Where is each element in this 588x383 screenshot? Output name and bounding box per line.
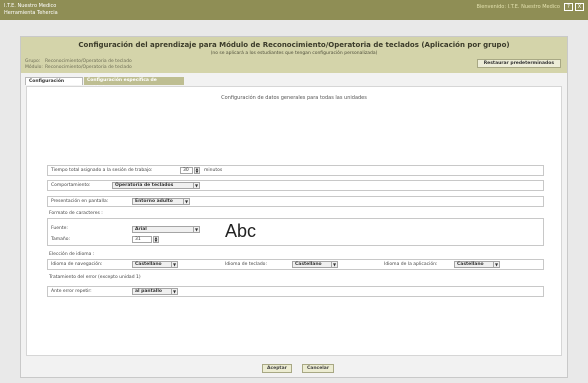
nav-language-select[interactable]: Castellano ▼ bbox=[132, 261, 178, 268]
restore-defaults-button[interactable]: Restaurar predeterminados bbox=[476, 59, 561, 68]
dialog-subtitle: (no se aplicará a los estudiantes que te… bbox=[210, 51, 378, 56]
chevron-down-icon: ▼ bbox=[183, 199, 189, 204]
user-label: Bienvenido: I.T.E. Nuestro Medico bbox=[476, 4, 560, 10]
font-label: Fuente: bbox=[51, 226, 68, 231]
language-section-label: Elección de idioma : bbox=[49, 252, 95, 257]
chevron-down-icon: ▼ bbox=[171, 262, 177, 267]
dialog-title: Configuración del aprendizaje para Módul… bbox=[78, 41, 510, 49]
close-button[interactable]: X bbox=[575, 3, 584, 11]
size-label: Tamaño: bbox=[51, 237, 71, 242]
behavior-label: Comportamiento: bbox=[51, 183, 91, 188]
accept-button[interactable]: Aceptar bbox=[262, 364, 292, 373]
config-dialog: Configuración del aprendizaje para Módul… bbox=[20, 36, 568, 378]
app-title: I.T.E. Nuestro Medico bbox=[4, 3, 57, 9]
nav-language-label: Idioma de navegación: bbox=[51, 262, 103, 267]
error-row bbox=[47, 286, 544, 297]
cancel-button[interactable]: Cancelar bbox=[302, 364, 335, 373]
app-subtitle: Herramienta Tehercia bbox=[4, 10, 58, 16]
module-label: Módulo: bbox=[25, 65, 43, 70]
presentation-select[interactable]: Entorno adulto ▼ bbox=[132, 198, 190, 205]
char-format-section-label: Formato de caracteres : bbox=[49, 211, 103, 216]
behavior-select[interactable]: Operatoria de teclados ▼ bbox=[112, 182, 200, 189]
behavior-value: Operatoria de teclados bbox=[115, 183, 174, 188]
presentation-label: Presentación en pantalla: bbox=[51, 199, 109, 204]
module-info: Módulo: Reconocimiento/Operatoria de tecl… bbox=[25, 65, 132, 70]
time-spinner[interactable]: ▲ ▼ bbox=[194, 167, 200, 174]
time-input[interactable]: 30 bbox=[180, 167, 193, 174]
size-spinner[interactable]: ▲ ▼ bbox=[153, 236, 159, 243]
error-section-label: Tratamiento del error (excepto unidad 1) bbox=[49, 275, 141, 280]
module-value: Reconocimiento/Operatoria de teclado bbox=[45, 65, 132, 70]
error-repeat-label: Ante error repetir: bbox=[51, 289, 92, 294]
error-repeat-value: al pantallo bbox=[135, 289, 162, 294]
size-input[interactable]: 31 bbox=[132, 236, 152, 243]
group-label: Grupo: bbox=[25, 59, 41, 64]
panel-heading: Configuración de datos generales para to… bbox=[221, 95, 367, 101]
presentation-value: Entorno adulto bbox=[135, 199, 173, 204]
keyboard-language-label: Idioma de teclado: bbox=[225, 262, 267, 267]
chevron-down-icon: ▼ bbox=[193, 183, 199, 188]
nav-language-value: Castellano bbox=[135, 262, 162, 267]
time-unit-label: minutos bbox=[204, 168, 223, 173]
dialog-header: Configuración del aprendizaje para Módul… bbox=[21, 37, 567, 73]
app-language-label: Idioma de la aplicación: bbox=[384, 262, 438, 267]
group-info: Grupo: Reconocimiento/Operatoria de tecla… bbox=[25, 59, 132, 64]
keyboard-language-value: Castellano bbox=[295, 262, 322, 267]
error-repeat-select[interactable]: al pantallo ▼ bbox=[132, 288, 178, 295]
keyboard-language-select[interactable]: Castellano ▼ bbox=[292, 261, 338, 268]
chevron-down-icon: ▼ bbox=[171, 289, 177, 294]
char-format-box bbox=[47, 218, 544, 246]
chevron-down-icon: ▼ bbox=[493, 262, 499, 267]
chevron-down-icon: ▼ bbox=[331, 262, 337, 267]
font-preview: Abc bbox=[225, 221, 257, 241]
time-label: Tiempo total asignado a la sesión de tra… bbox=[51, 168, 153, 173]
tab-general-config[interactable]: Configuración general bbox=[25, 77, 83, 92]
app-title-bar: I.T.E. Nuestro Medico Herramienta Teherc… bbox=[0, 0, 588, 20]
chevron-down-icon: ▼ bbox=[193, 227, 199, 232]
presentation-row bbox=[47, 196, 544, 207]
app-language-select[interactable]: Castellano ▼ bbox=[454, 261, 500, 268]
tab-unit-config[interactable]: Configuración específica de unidades bbox=[84, 77, 184, 91]
group-value: Reconocimiento/Operatoria de teclado bbox=[45, 59, 132, 64]
app-language-value: Castellano bbox=[457, 262, 484, 267]
font-value: Arial bbox=[135, 227, 147, 232]
font-select[interactable]: Arial ▼ bbox=[132, 226, 200, 233]
help-button[interactable]: ? bbox=[564, 3, 573, 11]
